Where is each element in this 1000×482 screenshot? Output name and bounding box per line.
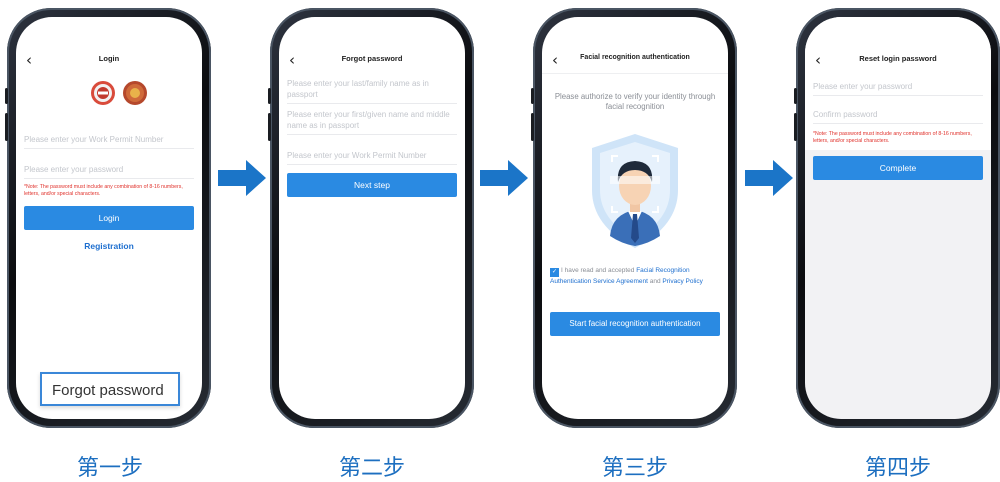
page-title: Forgot password [341,54,403,63]
step-one-label: 第一步 [76,456,143,481]
step-three-label: 第三步 [601,456,668,481]
facial-recognition-screen: ‹ Facial recognition authentication Plea… [542,17,728,419]
authorize-prompt: Please authorize to verify your identity… [554,92,716,111]
password-note: *Note: The password must include any com… [24,184,183,197]
step-four-label: 第四步 [864,456,931,481]
password-note: *Note: The password must include any com… [813,131,972,144]
emblem-logo [91,81,115,105]
step-two-label: 第二步 [338,456,405,481]
phone-forgot-password: ‹ Forgot password Please enter your last… [268,8,474,428]
forgot-password-callout[interactable]: Forgot password [40,372,180,406]
agree-text: I have read and accepted [561,267,635,274]
face-scan-icon [592,134,678,248]
phone-login: ‹ Login Please enter your Work Permit Nu… [5,8,211,428]
confirm-password-input[interactable]: Confirm password [813,109,983,124]
nav-bar: ‹ Forgot password [279,51,465,71]
start-recognition-button[interactable]: Start facial recognition authentication [550,312,720,336]
privacy-policy-link[interactable]: Privacy Policy [662,278,702,285]
seal-logo [123,81,147,105]
login-screen: ‹ Login Please enter your Work Permit Nu… [16,17,202,419]
page-title: Reset login password [859,54,937,63]
reset-password-screen: ‹ Reset login password Please enter your… [805,17,991,419]
last-name-input[interactable]: Please enter your last/family name as in… [287,78,457,104]
phone-facial-recognition: ‹ Facial recognition authentication Plea… [531,8,737,428]
nav-bar: ‹ Facial recognition authentication [542,51,728,71]
forgot-password-screen: ‹ Forgot password Please enter your last… [279,17,465,419]
agree-and: and [649,278,661,285]
nav-bar: ‹ Reset login password [805,51,991,71]
login-button[interactable]: Login [24,206,194,230]
phone-reset-password: ‹ Reset login password Please enter your… [794,8,1000,428]
right-arrow-icon [218,160,266,196]
password-input[interactable]: Please enter your password [24,164,194,179]
complete-button[interactable]: Complete [813,156,983,180]
registration-link[interactable]: Registration [16,241,202,251]
first-name-input[interactable]: Please enter your first/given name and m… [287,109,457,135]
work-permit-input[interactable]: Please enter your Work Permit Number [24,134,194,149]
next-step-button[interactable]: Next step [287,173,457,197]
right-arrow-icon [745,160,793,196]
work-permit-input[interactable]: Please enter your Work Permit Number [287,150,457,165]
new-password-input[interactable]: Please enter your password [813,81,983,96]
nav-bar: ‹ Login [16,51,202,71]
checkbox[interactable]: ✓ [550,268,559,277]
right-arrow-icon [480,160,528,196]
agreement-row: ✓ I have read and accepted Facial Recogni… [550,266,720,287]
page-title: Login [98,54,120,63]
page-title: Facial recognition authentication [580,54,690,61]
